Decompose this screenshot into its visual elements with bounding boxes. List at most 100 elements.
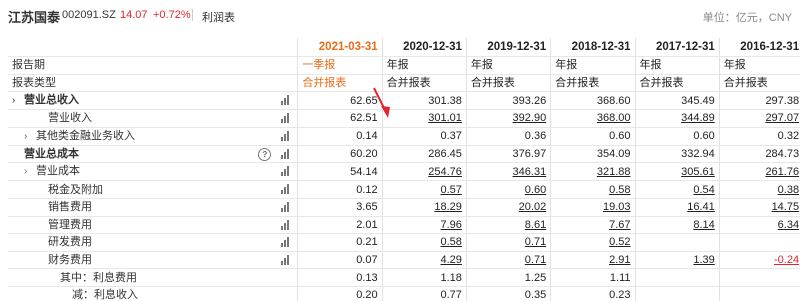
row-label: 税金及附加 xyxy=(8,180,298,199)
value-cell xyxy=(634,233,720,252)
report-type-row-cell: 合并报表 xyxy=(465,74,551,93)
report-period-row-cell: 年报 xyxy=(465,56,551,75)
row-label-text: 研发费用 xyxy=(48,236,92,249)
expand-chevron-icon[interactable]: › xyxy=(24,164,36,180)
bar-chart-icon[interactable] xyxy=(281,184,291,195)
value-cell: 1.25 xyxy=(465,268,551,287)
corner-cell xyxy=(8,38,298,57)
value-cell: 0.36 xyxy=(465,127,551,146)
row-label-text: 营业总成本 xyxy=(24,148,79,161)
value-cell: 0.38 xyxy=(718,180,800,199)
row-label: 其中：利息费用 xyxy=(8,268,298,287)
value-cell: 0.07 xyxy=(297,251,383,270)
report-period-row-cell: 年报 xyxy=(718,56,800,75)
value-cell: 261.76 xyxy=(718,162,800,182)
table-row[interactable]: 其中：利息费用 0.13 1.18 1.25 1.11 xyxy=(8,268,800,287)
row-label-text: 销售费用 xyxy=(48,201,92,214)
value-cell: 254.76 xyxy=(381,162,467,182)
value-cell: 0.52 xyxy=(550,233,635,252)
unit-label: 单位：亿元，CNY xyxy=(702,12,792,24)
value-cell: 332.94 xyxy=(634,145,720,164)
bar-chart-icon[interactable] xyxy=(281,254,291,265)
value-cell: 8.14 xyxy=(634,216,720,235)
table-row[interactable]: 减：利息收入 0.20 0.77 0.35 0.23 xyxy=(8,286,800,301)
report-type-row-cell: 合并报表 xyxy=(550,74,635,93)
expand-chevron-icon[interactable]: › xyxy=(12,93,24,109)
column-header-2016-12-31[interactable]: 2016-12-31 xyxy=(718,38,800,57)
row-label: › 营业总收入 xyxy=(8,91,298,111)
value-cell: 54.14 xyxy=(297,162,383,182)
bar-chart-icon[interactable] xyxy=(281,113,291,124)
row-label-text: 税金及附加 xyxy=(48,183,103,196)
value-cell: 0.12 xyxy=(297,180,383,199)
report-type-row-cell: 合并报表 xyxy=(381,74,467,93)
table-row[interactable]: 管理费用 2.01 7.96 8.61 7.67 8.14 6.34 xyxy=(8,216,800,235)
value-cell: 0.60 xyxy=(550,127,635,146)
table-row[interactable]: 营业总成本? 60.20 286.45 376.97 354.09 332.94 284.7… xyxy=(8,145,800,164)
tab-income-statement[interactable]: 利润表 xyxy=(202,9,235,25)
bar-chart-icon[interactable] xyxy=(281,201,291,212)
bar-chart-icon[interactable] xyxy=(281,95,291,106)
value-cell: 0.23 xyxy=(550,286,635,301)
value-cell xyxy=(634,286,720,301)
value-cell: 14.75 xyxy=(718,198,800,217)
help-icon[interactable]: ? xyxy=(258,147,272,161)
value-cell: 19.03 xyxy=(550,198,635,217)
report-period-row: 报告期一季报年报年报年报年报年报年 xyxy=(8,56,800,75)
bar-chart-icon[interactable] xyxy=(281,148,291,159)
value-cell: 346.31 xyxy=(465,162,551,182)
value-cell: 2.91 xyxy=(550,251,635,270)
bar-chart-icon[interactable] xyxy=(281,219,291,230)
financial-table: 2021-03-31 2020-12-31 2019-12-31 2018-12-31… xyxy=(8,38,800,301)
table-row[interactable]: 研发费用 0.21 0.58 0.71 0.52 xyxy=(8,233,800,252)
value-cell xyxy=(718,286,800,301)
bar-chart-icon[interactable] xyxy=(281,237,291,248)
bar-chart-icon[interactable] xyxy=(281,166,291,177)
value-cell xyxy=(718,268,800,287)
value-cell: 4.29 xyxy=(381,251,467,270)
table-row[interactable]: 财务费用 0.07 4.29 0.71 2.91 1.39 -0.24 xyxy=(8,251,800,270)
row-label: 营业总成本? xyxy=(8,145,298,164)
value-cell: 1.39 xyxy=(634,251,720,270)
expand-chevron-icon[interactable]: › xyxy=(24,129,36,145)
value-cell: 6.34 xyxy=(718,216,800,235)
report-type-row-label: 报表类型 xyxy=(8,74,298,93)
value-cell: 16.41 xyxy=(634,198,720,217)
value-cell: 0.60 xyxy=(465,180,551,199)
column-header-2019-12-31[interactable]: 2019-12-31 xyxy=(465,38,551,57)
row-label-text: 营业总收入 xyxy=(24,94,79,107)
value-cell: 60.20 xyxy=(297,145,383,164)
value-cell: 1.11 xyxy=(550,268,635,287)
table-row[interactable]: › 营业成本 54.14 254.76 346.31 321.88 305.61 261.76 xyxy=(8,162,800,182)
column-header-2017-12-31[interactable]: 2017-12-31 xyxy=(634,38,720,57)
table-row[interactable]: 销售费用 3.65 18.29 20.02 19.03 16.41 14.75 xyxy=(8,198,800,217)
value-cell: 0.58 xyxy=(381,233,467,252)
row-label: 营业收入 xyxy=(8,109,298,128)
value-cell: 284.73 xyxy=(718,145,800,164)
bar-chart-icon[interactable] xyxy=(281,130,291,141)
value-cell: 62.51 xyxy=(297,109,383,128)
value-cell: -0.24 xyxy=(718,251,800,270)
value-cell: 297.38 xyxy=(718,91,800,111)
value-cell: 0.13 xyxy=(297,268,383,287)
report-type-row-cell: 合并报表 xyxy=(718,74,800,93)
column-header-2018-12-31[interactable]: 2018-12-31 xyxy=(550,38,635,57)
stock-code: 002091.SZ xyxy=(62,9,116,21)
table-row[interactable]: › 其他类金融业务收入 0.14 0.37 0.36 0.60 0.60 0.32 xyxy=(8,127,800,146)
table-row[interactable]: 税金及附加 0.12 0.57 0.60 0.58 0.54 0.38 xyxy=(8,180,800,199)
column-header-2020-12-31[interactable]: 2020-12-31 xyxy=(381,38,467,57)
row-label: 管理费用 xyxy=(8,216,298,235)
value-cell: 7.96 xyxy=(381,216,467,235)
table-row[interactable]: 营业收入 62.51 301.01 392.90 368.00 344.89 297.07 xyxy=(8,109,800,128)
table-row[interactable]: › 营业总收入 62.65 301.38 393.26 368.60 345.49 297.3… xyxy=(8,91,800,111)
row-label-text: 营业成本 xyxy=(36,165,80,178)
row-label-text: 其他类金融业务收入 xyxy=(36,129,135,142)
column-header-2021-03-31[interactable]: 2021-03-31 xyxy=(297,38,383,57)
value-cell: 62.65 xyxy=(297,91,383,111)
row-label-text: 减：利息收入 xyxy=(72,289,138,301)
value-cell: 0.57 xyxy=(381,180,467,199)
value-cell: 0.21 xyxy=(297,233,383,252)
value-cell: 0.14 xyxy=(297,127,383,146)
value-cell: 0.35 xyxy=(465,286,551,301)
top-bar: 江苏国泰 002091.SZ 14.07 +0.72% 利润表 单位：亿元，CN… xyxy=(0,0,800,30)
